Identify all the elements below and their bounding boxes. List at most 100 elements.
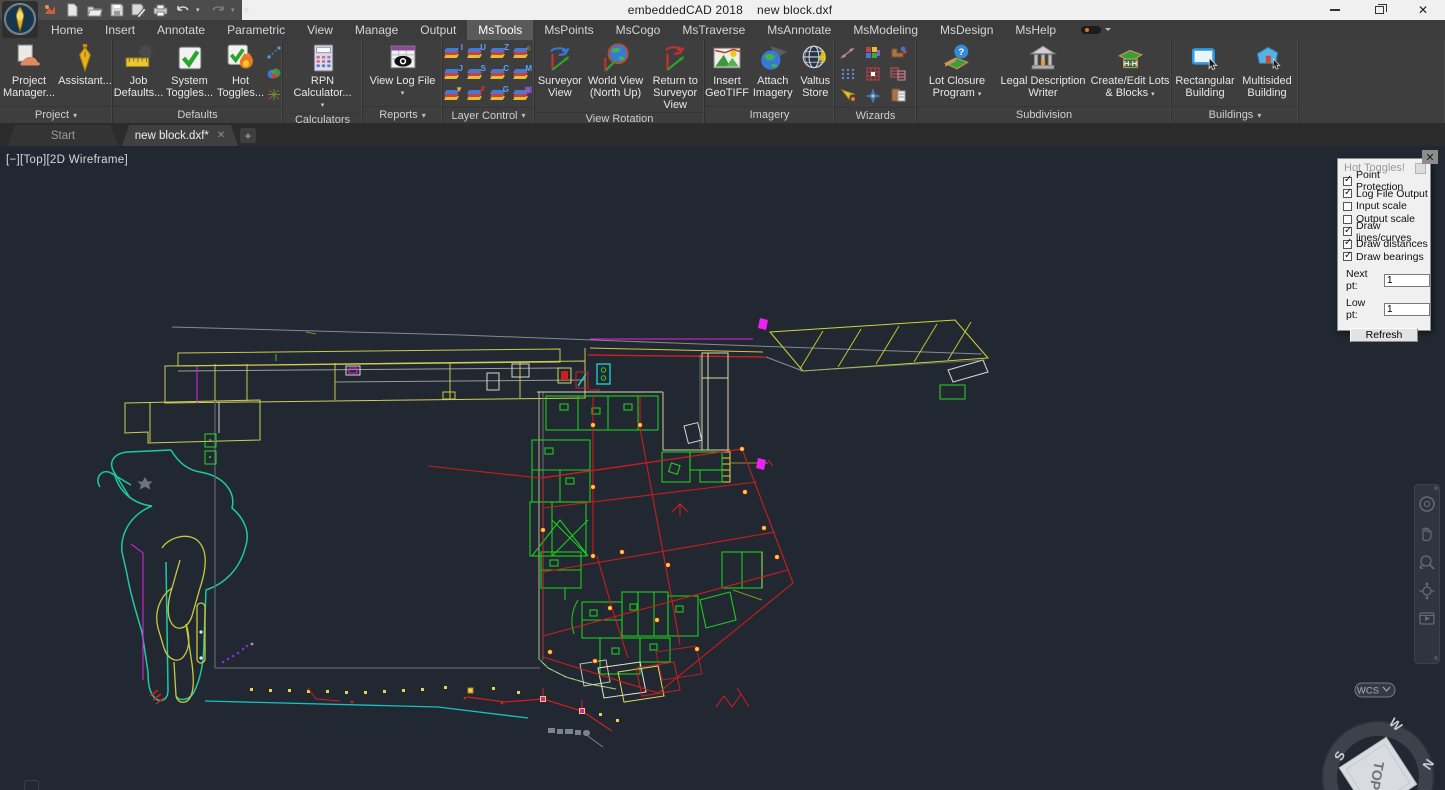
tab-mspoints[interactable]: MsPoints	[533, 20, 604, 40]
checkbox-draw-lines-curves[interactable]: ✓	[1343, 225, 1352, 237]
layer-tool-off-icon[interactable]: ✗	[466, 85, 486, 103]
panel-caption-layer-control[interactable]: Layer Control ▾	[443, 107, 534, 123]
tab-mshelp[interactable]: MsHelp	[1004, 20, 1067, 40]
undo-dropdown-icon[interactable]: ▾	[196, 6, 204, 14]
tab-view[interactable]: View	[296, 20, 344, 40]
low-pt-input[interactable]	[1384, 302, 1430, 316]
insert-geotiff-button[interactable]: Insert GeoTIFF	[705, 42, 749, 100]
open-icon[interactable]	[86, 2, 103, 18]
drawing-canvas[interactable]: [−][Top][2D Wireframe] TOP W S N WCS Hot…	[0, 146, 1445, 790]
wizard-color-grid-icon[interactable]	[864, 45, 888, 65]
ribbon-display-toggle-icon[interactable]	[1081, 26, 1112, 34]
restore-button[interactable]	[1357, 0, 1401, 20]
panel-caption-reports[interactable]: Reports ▾	[363, 106, 442, 123]
hot-toggles-dialog[interactable]: Hot Toggles! ✓ Point Protection ✓ Log Fi…	[1337, 158, 1431, 343]
tab-msmodeling[interactable]: MsModeling	[842, 20, 929, 40]
wizard-grid-pair-icon[interactable]	[889, 66, 913, 86]
zoom-extents-icon[interactable]	[1418, 553, 1436, 571]
pan-hand-icon[interactable]	[1418, 524, 1436, 542]
navigation-bar[interactable]	[1414, 484, 1440, 664]
lots-blocks-dropdown-icon[interactable]: ▾	[1151, 91, 1155, 98]
checkbox-row[interactable]: ✓ Draw bearings	[1338, 250, 1430, 264]
wizard-compass-icon[interactable]	[864, 87, 888, 107]
save-icon[interactable]	[108, 2, 125, 18]
tab-mscogo[interactable]: MsCogo	[605, 20, 672, 40]
refresh-button[interactable]: Refresh	[1350, 328, 1418, 343]
tab-close-icon[interactable]: ✕	[217, 130, 225, 141]
lot-closure-program-button[interactable]: ? Lot Closure Program ▾	[917, 42, 997, 102]
viewcube[interactable]: TOP W S N	[1321, 715, 1437, 790]
layer-tool-M-icon[interactable]: M	[512, 64, 532, 82]
checkbox-output-scale[interactable]	[1343, 214, 1352, 224]
wizard-red-grid-icon[interactable]	[864, 66, 888, 86]
panel-caption-project[interactable]: Project ▾	[0, 106, 112, 123]
new-tab-button[interactable]: +	[240, 128, 256, 143]
valtus-store-button[interactable]: Valtus Store	[796, 42, 834, 100]
point-style-icon[interactable]	[266, 46, 281, 64]
system-toggles-button[interactable]: System Toggles...	[165, 42, 215, 100]
checkbox-row[interactable]: Input scale	[1338, 200, 1430, 213]
orbit-icon[interactable]	[1418, 582, 1436, 600]
rectangular-building-button[interactable]: Rectangular Building	[1174, 42, 1236, 100]
panel-caption-buildings[interactable]: Buildings ▾	[1172, 106, 1298, 123]
customize-qat-icon[interactable]: ▿	[244, 5, 252, 16]
job-defaults-button[interactable]: Job Defaults...	[114, 42, 163, 100]
rpn-calculator-button[interactable]: RPN Calculator... ▾	[286, 42, 360, 113]
project-manager-button[interactable]: Project Manager...	[1, 42, 57, 100]
layer-tool-J-icon[interactable]: J	[443, 64, 463, 82]
view-log-file-button[interactable]: View Log File ▾	[366, 42, 440, 101]
wizard-breakline-icon[interactable]	[839, 45, 863, 65]
tab-home[interactable]: Home	[40, 20, 94, 40]
layer-tool-C-icon[interactable]: C	[489, 64, 509, 82]
checkbox-input-scale[interactable]	[1343, 201, 1352, 211]
layer-tool-I-icon[interactable]: I	[443, 43, 463, 61]
layer-tool-Z-icon[interactable]: Z	[489, 43, 509, 61]
redo-dropdown-icon[interactable]: ▾	[231, 6, 239, 14]
file-tab-start[interactable]: Start	[8, 125, 118, 146]
reports-dropdown-icon[interactable]: ▾	[401, 88, 405, 100]
tab-mstraverse[interactable]: MsTraverse	[671, 20, 756, 40]
checkbox-draw-distances[interactable]: ✓	[1343, 237, 1352, 249]
imagery-defaults-icon[interactable]	[267, 67, 281, 85]
tab-output[interactable]: Output	[409, 20, 467, 40]
showmotion-icon[interactable]	[1418, 611, 1436, 627]
hot-toggles-button[interactable]: Hot Toggles...	[217, 42, 265, 100]
checkbox-log-file-output[interactable]: ✓	[1343, 187, 1352, 199]
point-burst-icon[interactable]	[267, 88, 281, 106]
layer-tool-box-icon[interactable]: ▣	[512, 85, 532, 103]
minimize-button[interactable]	[1313, 0, 1357, 20]
wizard-pointer-icon[interactable]	[839, 87, 863, 107]
layer-tool-G-icon[interactable]: G	[489, 85, 509, 103]
rpn-dropdown-icon[interactable]: ▾	[321, 100, 325, 112]
navigation-wheel-icon[interactable]	[1418, 495, 1436, 513]
plot-icon[interactable]	[152, 2, 169, 18]
return-to-surveyor-view-button[interactable]: Return to Surveyor View	[646, 42, 704, 112]
layer-tool-U-icon[interactable]: U	[466, 43, 486, 61]
new-file-icon[interactable]	[64, 2, 81, 18]
lot-closure-dropdown-icon[interactable]: ▾	[978, 91, 982, 98]
file-tab-active[interactable]: new block.dxf* ✕	[122, 125, 238, 146]
tab-mstools[interactable]: MsTools	[467, 20, 534, 40]
application-menu-button[interactable]	[2, 1, 38, 38]
hot-quick-icon[interactable]	[42, 2, 59, 18]
undo-icon[interactable]	[174, 2, 191, 18]
checkbox-row[interactable]: ✓ Draw distances	[1338, 237, 1430, 251]
close-button[interactable]: ✕	[1401, 0, 1445, 20]
layer-tool-sun-icon[interactable]: ☼	[512, 43, 532, 61]
legal-description-writer-button[interactable]: Legal Description Writer	[999, 42, 1087, 100]
tab-msannotate[interactable]: MsAnnotate	[756, 20, 842, 40]
wizard-door-icon[interactable]	[889, 87, 913, 107]
next-pt-input[interactable]	[1384, 273, 1430, 287]
wcs-selector[interactable]: WCS	[1354, 682, 1396, 698]
save-as-icon[interactable]	[130, 2, 147, 18]
tab-insert[interactable]: Insert	[94, 20, 146, 40]
tab-parametric[interactable]: Parametric	[216, 20, 296, 40]
surveyor-view-button[interactable]: Surveyor View	[535, 42, 585, 100]
wizard-block-icon[interactable]	[889, 45, 913, 65]
dialog-close-icon[interactable]: ✕	[1422, 150, 1438, 164]
checkbox-point-protection[interactable]: ✓	[1343, 174, 1352, 186]
tab-manage[interactable]: Manage	[344, 20, 409, 40]
checkbox-row[interactable]: ✓ Point Protection	[1338, 169, 1430, 193]
checkbox-draw-bearings[interactable]: ✓	[1343, 250, 1352, 262]
create-edit-lots-blocks-button[interactable]: H-H Create/Edit Lots & Blocks ▾	[1089, 42, 1171, 102]
